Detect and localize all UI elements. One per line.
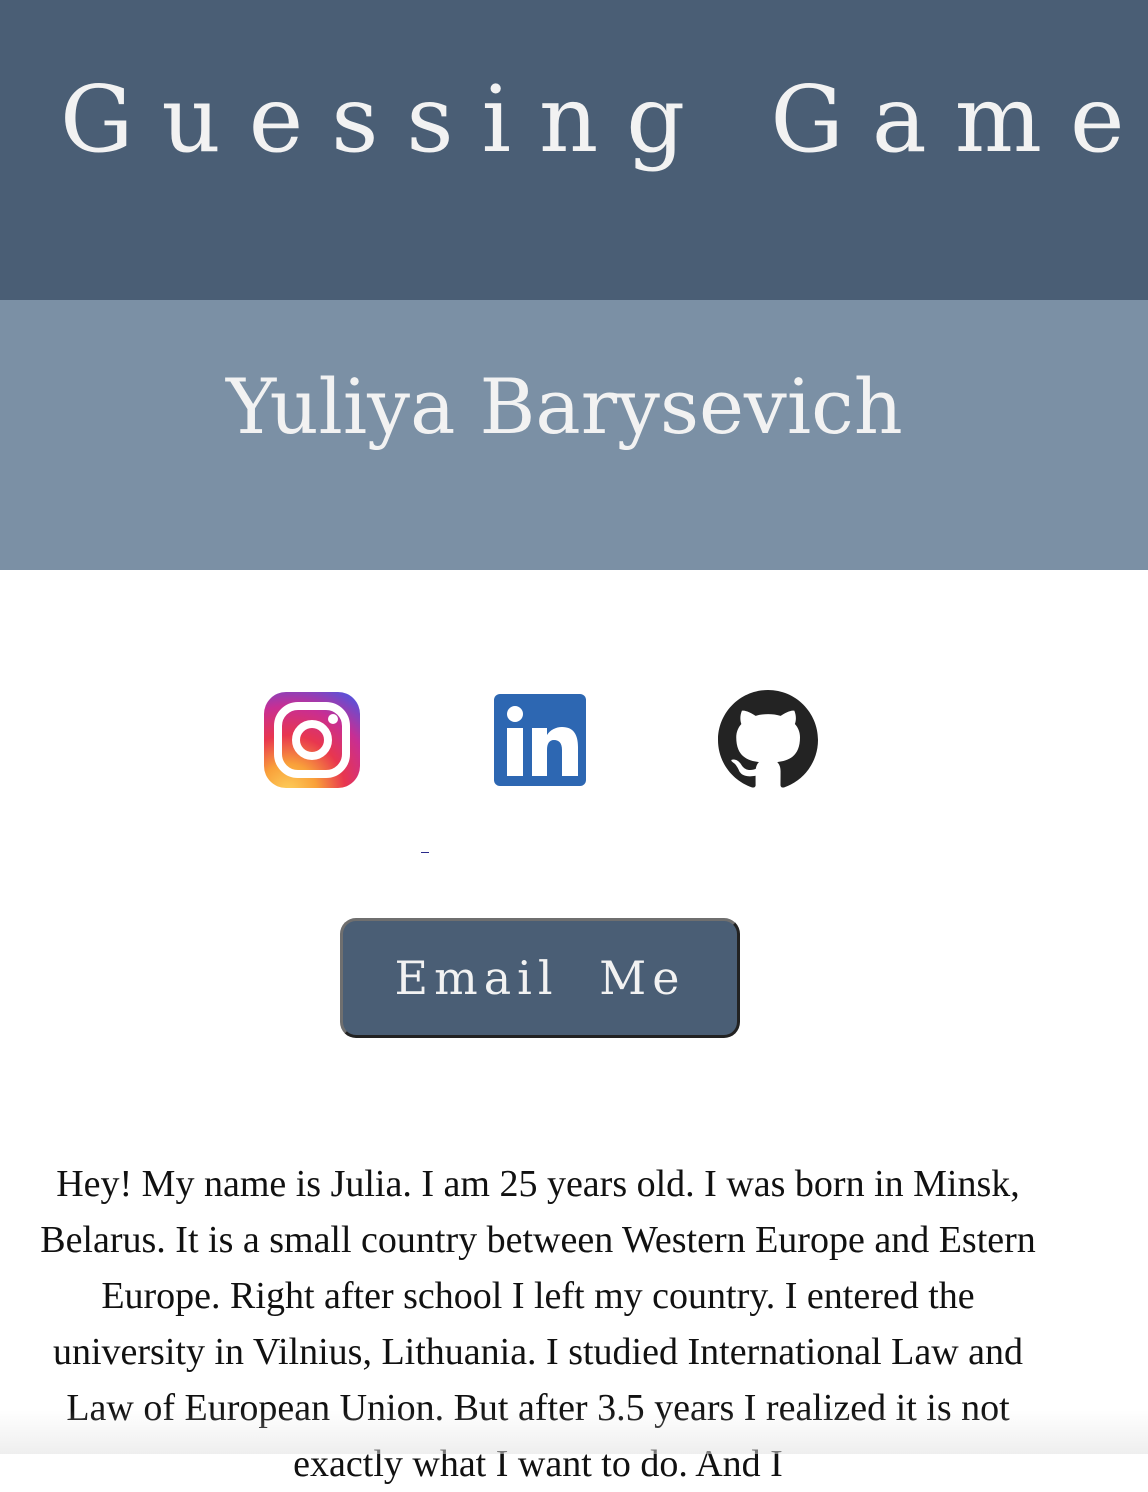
github-icon — [718, 690, 818, 788]
bottom-fade — [0, 1410, 1148, 1454]
linkedin-link[interactable] — [490, 690, 590, 790]
author-name: Yuliya Barysevich — [226, 362, 903, 451]
email-me-button[interactable]: Email Me — [340, 918, 740, 1038]
instagram-icon — [264, 692, 360, 788]
instagram-link[interactable] — [262, 690, 362, 790]
link-underline[interactable] — [421, 852, 429, 853]
linkedin-icon — [494, 694, 586, 786]
github-link[interactable] — [718, 690, 818, 790]
page-title: Guessing Game — [60, 66, 1148, 173]
